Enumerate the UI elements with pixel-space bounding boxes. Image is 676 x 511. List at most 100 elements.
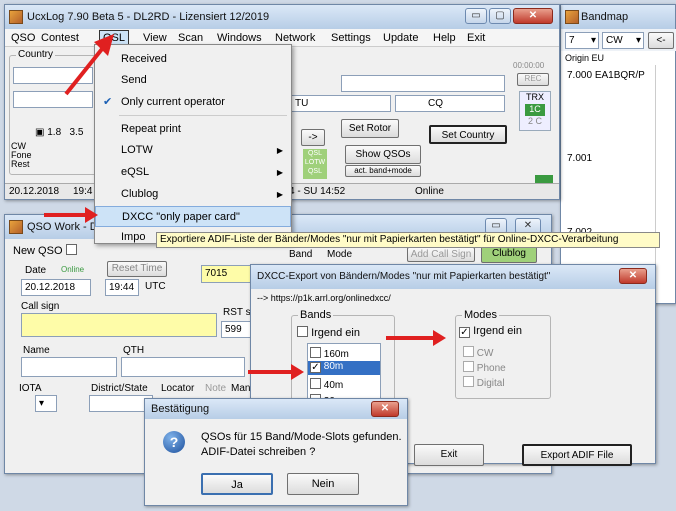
frequency-field[interactable]: 7015 <box>201 265 255 283</box>
set-rotor-button[interactable]: Set Rotor <box>341 119 399 138</box>
trx-panel[interactable]: TRX 1C 2 C <box>519 91 551 131</box>
menu-item-send[interactable]: Send <box>95 70 291 91</box>
qsl-lotw-indicator: QSL LOTW QSL <box>303 149 327 179</box>
top-field[interactable] <box>341 75 505 92</box>
confirm-dialog: Bestätigung ✕ ? QSOs für 15 Band/Mode-Sl… <box>144 398 408 506</box>
bandmap-window: Bandmap 7 ▾ CW ▾ <- Origin EU 7.000 EA1BQR… <box>560 4 676 305</box>
band-item[interactable]: 40m <box>308 377 380 391</box>
show-qsos-button[interactable]: Show QSOs <box>345 145 421 164</box>
submenu-arrow-icon: ▶ <box>276 146 283 155</box>
bandmap-title: Bandmap <box>581 11 629 23</box>
menu-settings[interactable]: Settings <box>331 32 371 44</box>
confirm-message-1: QSOs für 15 Band/Mode-Slots gefunden. <box>201 431 402 443</box>
rst-label: RST s <box>223 307 251 318</box>
dxcc-close-button[interactable]: ✕ <box>619 268 647 284</box>
app-icon <box>565 10 579 24</box>
maximize-button[interactable]: ▢ <box>489 8 511 24</box>
band-header: ▣ 1.8 3.5 <box>35 127 84 138</box>
add-call-sign-button[interactable]: Add Call Sign <box>407 247 475 262</box>
reset-time-button[interactable]: Reset Time <box>107 261 167 277</box>
band-item-selected[interactable]: ✓ 80m <box>308 361 380 375</box>
bandmap-titlebar[interactable]: Bandmap <box>561 5 675 29</box>
bandmap-row[interactable]: 7.000 EA1BQR/P <box>567 70 645 81</box>
band-select[interactable]: 7 ▾ <box>565 32 599 49</box>
annotation-arrow-80m <box>248 364 304 380</box>
mode-cw-checkbox[interactable]: CW <box>463 345 493 359</box>
rec-button[interactable]: REC <box>517 73 549 86</box>
band-item[interactable]: 160m <box>308 346 380 360</box>
man-label: Man <box>231 383 251 394</box>
app-icon <box>9 10 23 24</box>
mode-row-rest: Rest <box>11 159 30 169</box>
new-qso-label: New QSO <box>13 243 77 257</box>
band-mode-button[interactable]: act. band+mode <box>345 165 421 177</box>
any-band-checkbox[interactable]: Irgend ein <box>297 325 360 339</box>
tooltip: Exportiere ADIF-Liste der Bänder/Modes "… <box>156 232 660 248</box>
date-field[interactable]: 20.12.2018 <box>21 279 91 296</box>
confirm-titlebar[interactable]: Bestätigung <box>145 399 407 419</box>
tu-field[interactable]: TU <box>291 95 391 112</box>
mode-phone-checkbox[interactable]: Phone <box>463 360 506 374</box>
locator-label: Locator <box>161 383 195 394</box>
menu-help[interactable]: Help <box>433 32 456 44</box>
date-label: Date <box>25 265 47 276</box>
qsl-menu: Received Send ✔ Only current operator Rep… <box>94 44 292 244</box>
menu-item-lotw[interactable]: LOTW ▶ <box>95 140 291 161</box>
menu-scan[interactable]: Scan <box>178 32 203 44</box>
bandmap-row[interactable]: 7.001 <box>567 153 592 164</box>
menu-item-received[interactable]: Received <box>95 49 291 70</box>
minimize-button[interactable]: ▭ <box>465 8 487 24</box>
menu-item-clublog[interactable]: Clublog ▶ <box>95 184 291 205</box>
menu-item-only-current-operator[interactable]: ✔ Only current operator <box>95 92 291 113</box>
callsign-field[interactable] <box>21 313 217 337</box>
annotation-arrow-dxcc <box>44 207 98 223</box>
mode-select[interactable]: CW ▾ <box>602 32 644 49</box>
export-adif-button[interactable]: Export ADIF File <box>522 444 632 466</box>
district-label: District/State <box>91 383 148 394</box>
mode-digital-checkbox[interactable]: Digital <box>463 375 505 389</box>
bandmap-arrow-button[interactable]: <- <box>648 32 674 49</box>
rst-field[interactable]: 599 <box>221 321 251 338</box>
menu-network[interactable]: Network <box>275 32 315 44</box>
menu-item-repeat-print[interactable]: Repeat print <box>95 119 291 140</box>
submenu-arrow-icon: ▶ <box>276 190 283 199</box>
no-button[interactable]: Nein <box>287 473 359 495</box>
question-icon: ? <box>163 431 185 453</box>
online-label: Online <box>61 265 85 274</box>
arrow-button[interactable]: -> <box>301 129 325 146</box>
qth-field[interactable] <box>121 357 245 377</box>
dxcc-url: --> https://p1k.arrl.org/onlinedxcc/ <box>257 293 391 303</box>
name-field[interactable] <box>21 357 117 377</box>
time-field[interactable]: 19:44 <box>105 279 139 296</box>
menu-qso[interactable]: QSO <box>11 32 35 44</box>
menu-item-eqsl[interactable]: eQSL ▶ <box>95 162 291 183</box>
annotation-arrow-qsl <box>64 34 114 96</box>
menu-exit[interactable]: Exit <box>467 32 485 44</box>
band-label: Band <box>289 249 313 260</box>
menu-update[interactable]: Update <box>383 32 418 44</box>
mode-label: Mode <box>327 249 353 260</box>
qth-label: QTH <box>123 345 145 356</box>
main-title: UcxLog 7.90 Beta 5 - DL2RD - Lizensiert … <box>27 11 270 23</box>
confirm-message-2: ADIF-Datei schreiben ? <box>201 446 316 458</box>
menu-item-dxcc-paper[interactable]: DXCC "only paper card" <box>95 206 291 227</box>
app-icon <box>9 220 23 234</box>
submenu-arrow-icon: ▶ <box>276 168 283 177</box>
annotation-arrow-modes <box>386 330 446 346</box>
set-country-button[interactable]: Set Country <box>429 125 507 144</box>
iota-select[interactable]: ▾ <box>35 395 57 412</box>
callsign-label: Call sign <box>21 301 60 312</box>
confirm-close-button[interactable]: ✕ <box>371 401 399 417</box>
cq-field[interactable]: CQ <box>395 95 505 112</box>
menu-windows[interactable]: Windows <box>217 32 262 44</box>
any-mode-checkbox[interactable]: ✓ Irgend ein <box>459 325 522 338</box>
dxcc-titlebar[interactable]: DXCC-Export von Bändern/Modes "nur mit P… <box>251 265 655 289</box>
iota-label: IOTA <box>19 383 42 394</box>
close-button[interactable]: ✕ <box>513 8 553 24</box>
yes-button[interactable]: Ja <box>201 473 273 495</box>
note-label: Note <box>205 383 227 394</box>
dxcc-exit-button[interactable]: Exit <box>414 444 484 466</box>
menu-view[interactable]: View <box>143 32 167 44</box>
origin-label: Origin EU <box>565 53 605 63</box>
name-label: Name <box>23 345 50 356</box>
